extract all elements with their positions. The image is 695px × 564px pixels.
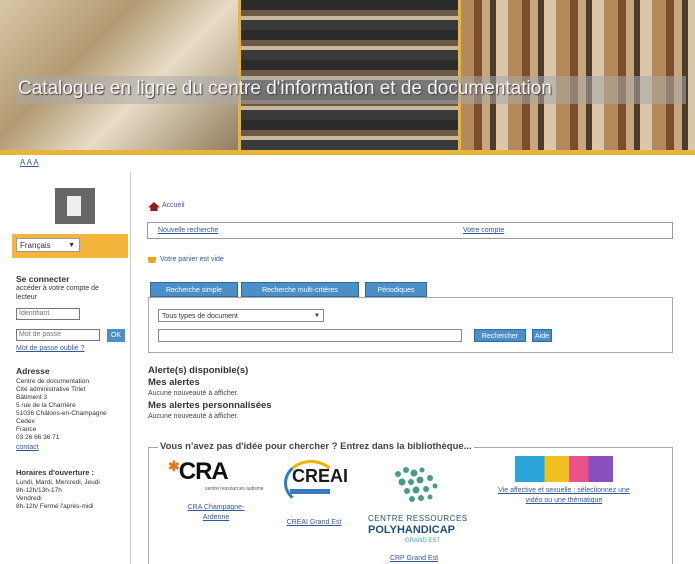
custom-alerts-note: Aucune nouveauté à afficher. xyxy=(148,413,239,420)
address-line: France xyxy=(16,426,37,433)
cra-link[interactable]: CRA Champagne- xyxy=(168,504,264,511)
tab-multi-criteria[interactable]: Recherche multi-critères xyxy=(241,282,359,297)
cra-logo-subtitle: centre ressources autisme xyxy=(205,486,264,492)
login-input[interactable] xyxy=(16,308,80,320)
alerts-heading: Alerte(s) disponible(s) xyxy=(148,365,249,376)
document-type-value: Tous types de document xyxy=(162,313,238,320)
address-phone: 03 26 66 36 71 xyxy=(16,434,60,441)
cra-link-line2[interactable]: Ardenne xyxy=(168,514,264,521)
cra-logo[interactable]: ✱CRA xyxy=(168,458,229,486)
chevron-down-icon: ▼ xyxy=(68,242,75,249)
custom-alerts-heading: Mes alertes personnalisées xyxy=(148,400,272,411)
grand-est-map-icon[interactable] xyxy=(388,464,444,508)
tab-periodicals[interactable]: Périodiques xyxy=(365,282,427,297)
address-line: Cité administrative Tirlet xyxy=(16,386,86,393)
hours-line: Lundi, Mardi, Mercredi, Jeudi xyxy=(16,479,100,486)
banner-underline xyxy=(0,150,695,155)
basket-icon xyxy=(148,257,156,263)
creai-logo[interactable]: CREAI xyxy=(292,466,348,487)
crp-logo-line1: CENTRE RESSOURCES xyxy=(368,514,468,523)
address-line: Cedex xyxy=(16,418,35,425)
cart-status[interactable]: Votre panier est vide xyxy=(160,256,224,263)
videos-banner[interactable] xyxy=(515,456,613,482)
crp-logo-line2: POLYHANDICAP xyxy=(368,524,455,536)
forgot-password-link[interactable]: Mot de passe oublié ? xyxy=(16,345,85,352)
videos-link[interactable]: Vie affective et sexuelle : sélectionnez… xyxy=(470,487,658,494)
creai-logo-band xyxy=(290,489,330,494)
address-line: 51036 Châlons-en-Champagne xyxy=(16,410,107,417)
crp-link[interactable]: CRP Grand Est xyxy=(372,555,456,562)
search-button[interactable]: Rechercher xyxy=(474,329,526,342)
account-link[interactable]: Votre compte xyxy=(463,227,504,234)
my-alerts-heading: Mes alertes xyxy=(148,377,200,388)
document-type-select[interactable]: Tous types de document ▼ xyxy=(158,309,324,322)
language-value: Français xyxy=(20,241,51,250)
hours-heading: Horaires d'ouverture : xyxy=(16,468,95,477)
connect-description: accéder à votre compte de xyxy=(16,285,99,292)
header-banner: Catalogue en ligne du centre d'informati… xyxy=(0,0,695,155)
help-button[interactable]: Aide xyxy=(532,329,552,342)
login-ok-button[interactable]: OK xyxy=(107,329,125,342)
home-icon[interactable] xyxy=(148,202,160,211)
tab-simple-search[interactable]: Recherche simple xyxy=(150,282,238,297)
my-alerts-note: Aucune nouveauté à afficher. xyxy=(148,390,239,397)
hours-line: Vendredi xyxy=(16,495,42,502)
new-search-link[interactable]: Nouvelle recherche xyxy=(158,227,218,234)
address-line: Bâtiment 3 xyxy=(16,394,48,401)
ideas-title: Vous n'avez pas d'idée pour chercher ? E… xyxy=(158,441,474,452)
hours-line: 8h-12h/13h-17h xyxy=(16,487,62,494)
videos-link-line2[interactable]: vidéo ou une thématique xyxy=(470,497,658,504)
language-select[interactable]: Français ▼ xyxy=(16,238,80,252)
search-input[interactable] xyxy=(158,329,462,342)
search-panel xyxy=(148,297,673,353)
page-title: Catalogue en ligne du centre d'informati… xyxy=(18,78,552,99)
connect-description: lecteur xyxy=(16,294,38,301)
font-size-switcher[interactable]: A A A xyxy=(20,158,39,167)
chevron-down-icon: ▼ xyxy=(314,313,320,319)
cra-logo-text: CRA xyxy=(178,458,229,485)
nav-bar xyxy=(147,222,673,239)
password-input[interactable] xyxy=(16,329,100,341)
crp-logo-line3: GRAND EST xyxy=(405,538,441,544)
contact-link[interactable]: contact xyxy=(16,444,39,451)
hours-line: 8h-12h/ Fermé l'après-midi xyxy=(16,503,94,510)
address-line: Centre de documentation xyxy=(16,378,89,385)
connect-heading: Se connecter xyxy=(16,274,70,284)
site-logo xyxy=(55,188,95,224)
address-heading: Adresse xyxy=(16,366,50,376)
breadcrumb-home[interactable]: Accueil xyxy=(162,202,185,209)
figures-icon: ✱ xyxy=(168,458,180,474)
address-line: 5 rue de la Charrière xyxy=(16,402,76,409)
creai-link[interactable]: CREAI Grand Est xyxy=(274,519,354,526)
